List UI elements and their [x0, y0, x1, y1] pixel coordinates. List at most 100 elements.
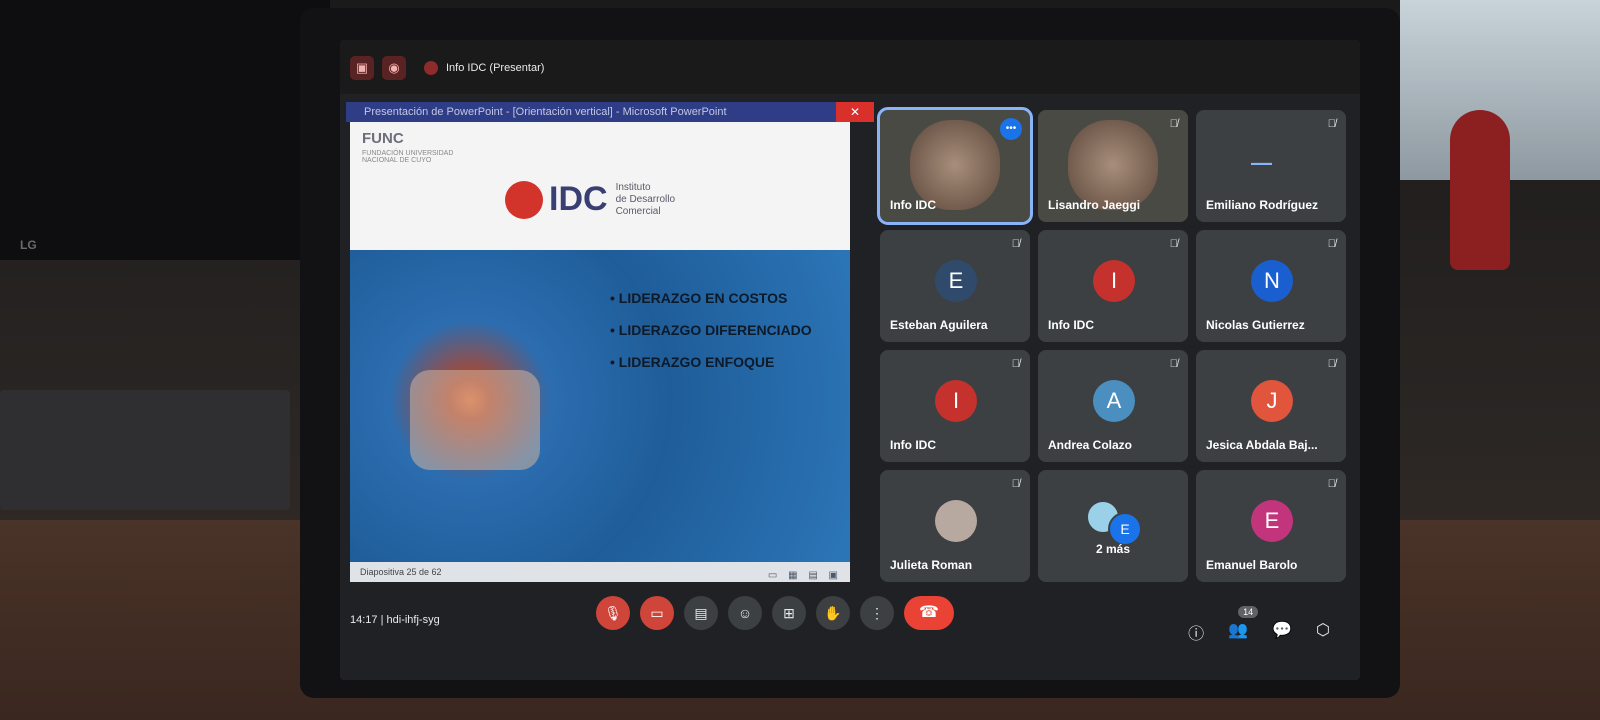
mic-off-icon: 🎙̸	[1327, 358, 1336, 370]
participant-name: Info IDC	[890, 198, 936, 212]
slide-counter: Diapositiva 25 de 62	[360, 567, 442, 577]
participant-tile[interactable]: ••• Info IDC	[877, 107, 1033, 225]
presenting-tab[interactable]: Info IDC (Presentar)	[418, 57, 554, 79]
avatar: J	[1251, 380, 1293, 422]
participant-logo: ▬▬▬	[1251, 160, 1272, 167]
mic-off-icon: 🎙̸	[1169, 358, 1178, 370]
avatar: E	[1251, 500, 1293, 542]
idc-sub-line: Instituto	[615, 181, 651, 193]
raise-hand-button[interactable]: ✋	[816, 596, 850, 630]
participant-tile[interactable]: E 🎙̸ Emanuel Barolo	[1196, 470, 1346, 582]
mic-off-icon: 🎙̸	[1327, 118, 1336, 130]
bullet-item: LIDERAZGO DIFERENCIADO	[610, 322, 812, 338]
participant-name: Lisandro Jaeggi	[1048, 198, 1141, 212]
lg-logo: LG	[20, 238, 37, 252]
bullet-item: LIDERAZGO ENFOQUE	[610, 354, 812, 370]
participant-tile[interactable]: A 🎙̸ Andrea Colazo	[1038, 350, 1188, 462]
hand-image	[410, 370, 540, 470]
idc-sub-line: de Desarrollo	[615, 193, 676, 205]
powerpoint-title: Presentación de PowerPoint - [Orientació…	[364, 106, 727, 118]
avatar: E	[1108, 512, 1142, 546]
present-button[interactable]: ⊞	[772, 596, 806, 630]
presenter-dot-icon	[424, 61, 438, 75]
idc-wordmark: IDC	[549, 180, 608, 218]
presenting-label: Info IDC (Presentar)	[446, 62, 545, 74]
participant-name: Esteban Aguilera	[890, 318, 988, 332]
mic-off-icon: 🎙̸	[1327, 238, 1336, 250]
participant-count-badge: 14	[1238, 606, 1259, 618]
people-icon[interactable]: 👥 14	[1228, 606, 1259, 644]
func-subtitle: FUNDACIÓN UNIVERSIDAD NACIONAL DE CUYO	[362, 150, 454, 164]
idc-sub-line: Comercial	[615, 205, 661, 217]
background-red-object	[1450, 110, 1510, 270]
slide-image: LIDERAZGO EN COSTOS LIDERAZGO DIFERENCIA…	[350, 250, 850, 562]
mic-off-button[interactable]: 🎙	[596, 596, 630, 630]
participant-tile[interactable]: J 🎙̸ Jesica Abdala Baj...	[1196, 350, 1346, 462]
mic-off-icon: 🎙̸	[1169, 118, 1178, 130]
slide-bullets: LIDERAZGO EN COSTOS LIDERAZGO DIFERENCIA…	[610, 290, 812, 386]
captions-button[interactable]: ▤	[684, 596, 718, 630]
camera-feed	[1068, 120, 1158, 210]
mic-off-icon: 🎙̸	[1011, 358, 1020, 370]
bullet-item: LIDERAZGO EN COSTOS	[610, 290, 812, 306]
more-options-button[interactable]: ⋮	[860, 596, 894, 630]
mic-off-icon: 🎙̸	[1169, 238, 1178, 250]
participant-name: Emanuel Barolo	[1206, 558, 1298, 572]
participant-name: Info IDC	[1048, 318, 1094, 332]
more-options-icon[interactable]: •••	[1000, 118, 1022, 140]
camera-feed	[910, 120, 1000, 210]
participant-tile[interactable]: I 🎙̸ Info IDC	[1038, 230, 1188, 342]
background-keyboard	[0, 390, 290, 510]
participant-tile[interactable]: 🎙̸ Lisandro Jaeggi	[1038, 110, 1188, 222]
record-icon[interactable]: ◉	[382, 56, 406, 80]
meet-screen: ▣ ◉ Info IDC (Presentar) Presentación de…	[340, 40, 1360, 680]
participant-name: Nicolas Gutierrez	[1206, 318, 1305, 332]
call-controls: 🎙 ▭ ▤ ☺ ⊞ ✋ ⋮ ☎	[596, 596, 954, 630]
idc-subtitle: Instituto de Desarrollo Comercial	[616, 182, 675, 218]
participants-grid: ••• Info IDC 🎙̸ Lisandro Jaeggi ▬▬▬ 🎙̸ E…	[877, 107, 1350, 610]
participant-name: Info IDC	[890, 438, 936, 452]
avatar: I	[1093, 260, 1135, 302]
chat-icon[interactable]: 💬	[1272, 620, 1292, 644]
emoji-button[interactable]: ☺	[728, 596, 762, 630]
meeting-info: 14:17 | hdi-ihfj-syg	[350, 614, 440, 626]
meeting-code: hdi-ihfj-syg	[386, 614, 440, 626]
background-monitor	[0, 0, 330, 260]
more-participants-tile[interactable]: E 2 más	[1038, 470, 1188, 582]
idc-logo-icon	[505, 180, 543, 219]
mic-off-icon: 🎙̸	[1011, 238, 1020, 250]
mic-off-icon: 🎙̸	[1011, 478, 1020, 490]
more-avatars: E	[1086, 500, 1142, 546]
side-controls: ⓘ 👥 14 💬 ⬡	[1188, 606, 1330, 644]
top-bar: ▣ ◉ Info IDC (Presentar)	[340, 40, 1360, 94]
participant-tile[interactable]: I 🎙̸ Info IDC	[880, 350, 1030, 462]
participant-name: Andrea Colazo	[1048, 438, 1133, 452]
powerpoint-titlebar: Presentación de PowerPoint - [Orientació…	[346, 102, 874, 122]
idc-logo: IDC Instituto de Desarrollo Comercial	[505, 180, 675, 219]
view-mode-icons[interactable]: ▭ ▦ ▤ ▣	[768, 566, 842, 586]
participant-tile[interactable]: N 🎙̸ Nicolas Gutierrez	[1196, 230, 1346, 342]
powerpoint-statusbar: Diapositiva 25 de 62 ▭ ▦ ▤ ▣	[350, 562, 850, 582]
participant-tile[interactable]: 🎙̸ Julieta Roman	[880, 470, 1030, 582]
avatar-photo	[935, 500, 977, 542]
avatar: N	[1251, 260, 1293, 302]
slide-header: FUNC FUNDACIÓN UNIVERSIDAD NACIONAL DE C…	[350, 122, 850, 250]
participant-name: Emiliano Rodríguez	[1206, 198, 1319, 212]
avatar: I	[935, 380, 977, 422]
participant-tile[interactable]: ▬▬▬ 🎙̸ Emiliano Rodríguez	[1196, 110, 1346, 222]
meeting-time: 14:17	[350, 614, 378, 626]
app-icon[interactable]: ▣	[350, 56, 374, 80]
participant-name: Jesica Abdala Baj...	[1206, 438, 1318, 452]
more-participants-label: 2 más	[1095, 542, 1131, 556]
avatar: E	[935, 260, 977, 302]
camera-off-button[interactable]: ▭	[640, 596, 674, 630]
info-icon[interactable]: ⓘ	[1188, 620, 1204, 644]
close-icon[interactable]: ✕	[836, 102, 874, 122]
func-logo: FUNC	[362, 130, 404, 147]
participant-tile[interactable]: E 🎙̸ Esteban Aguilera	[880, 230, 1030, 342]
slide: FUNC FUNDACIÓN UNIVERSIDAD NACIONAL DE C…	[350, 122, 850, 562]
end-call-button[interactable]: ☎	[904, 596, 954, 630]
activities-icon[interactable]: ⬡	[1316, 620, 1330, 644]
avatar: A	[1093, 380, 1135, 422]
participant-name: Julieta Roman	[890, 558, 973, 572]
